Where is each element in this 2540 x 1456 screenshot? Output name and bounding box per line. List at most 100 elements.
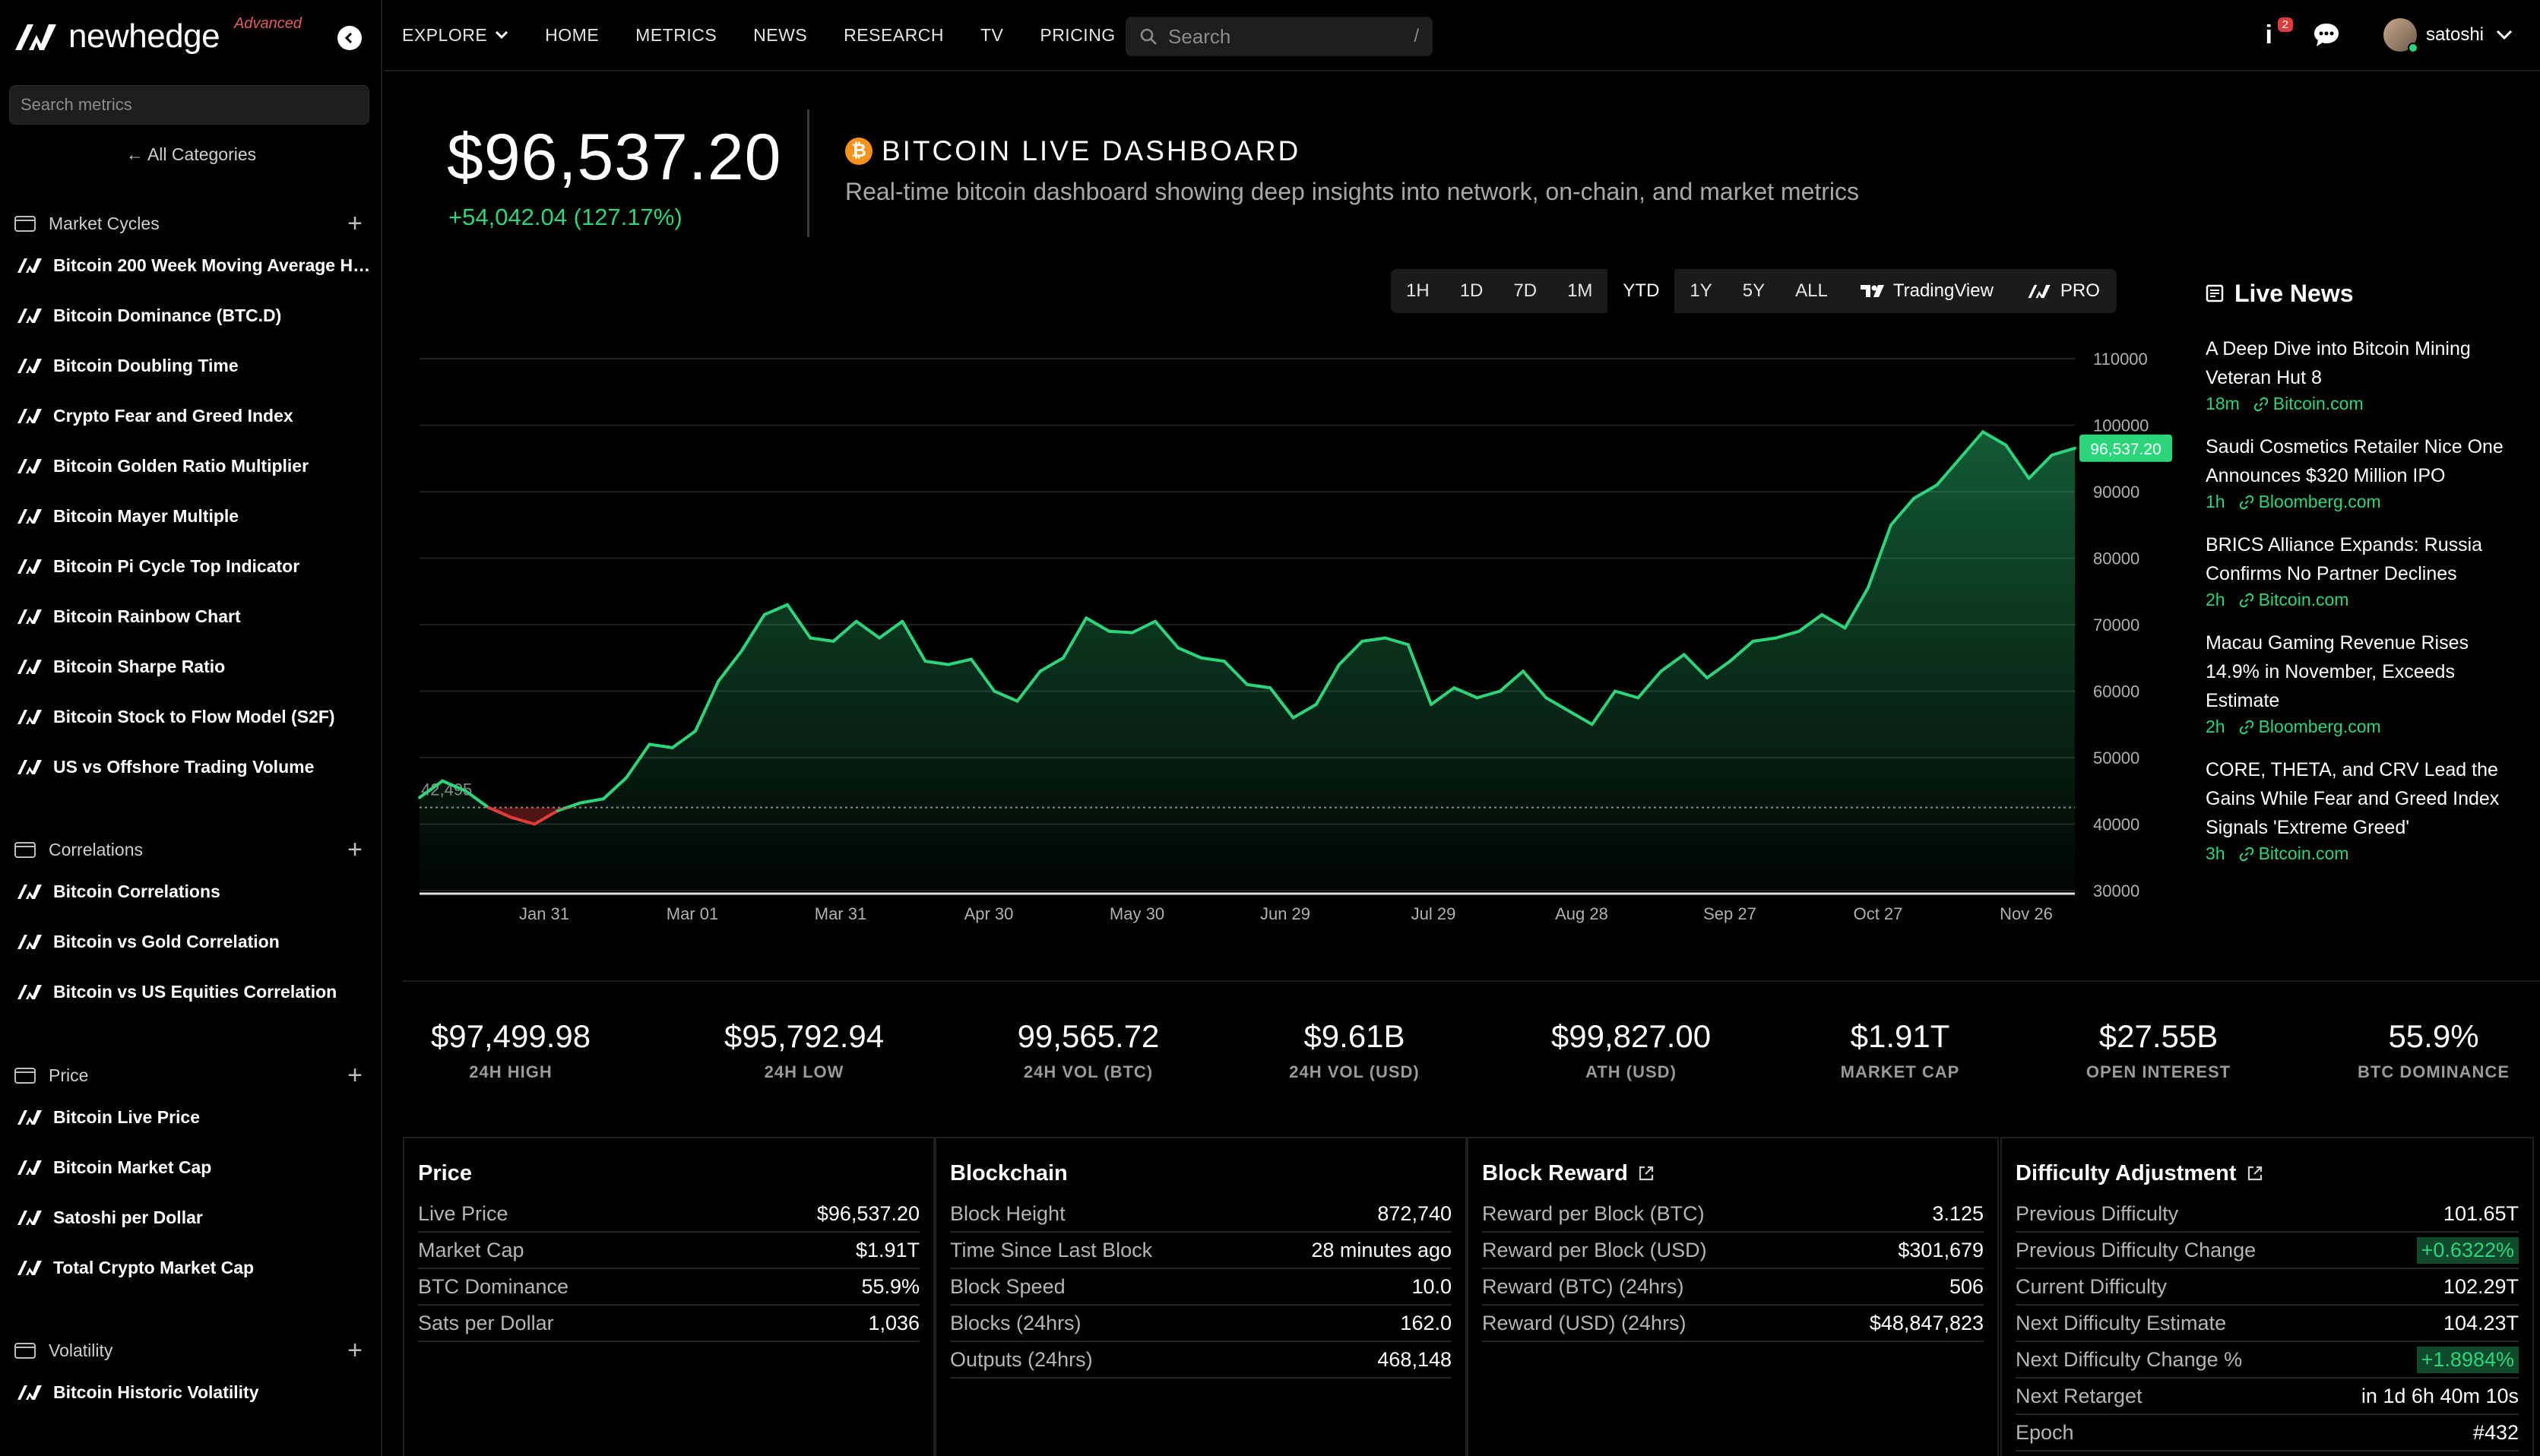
time-range-selector: 1H 1D 7D 1M YTD 1Y 5Y ALL TradingView PRO xyxy=(1391,269,2117,313)
news-item[interactable]: BRICS Alliance Expands: Russia Confirms … xyxy=(2206,530,2525,610)
news-item[interactable]: A Deep Dive into Bitcoin Mining Veteran … xyxy=(2206,334,2525,414)
sidebar-item-bitcoin-rainbow-chart[interactable]: Bitcoin Rainbow Chart xyxy=(0,591,381,641)
tradingview-label: TradingView xyxy=(1892,280,1994,301)
panel-title[interactable]: Difficulty Adjustment xyxy=(2016,1157,2519,1190)
pro-button[interactable]: PRO xyxy=(2010,269,2117,313)
nav-pricing[interactable]: PRICING xyxy=(1040,25,1115,46)
nav-explore[interactable]: EXPLORE xyxy=(402,25,508,46)
range-1m-button[interactable]: 1M xyxy=(1552,269,1607,313)
row-label: Current Difficulty xyxy=(2016,1274,2168,1298)
news-item[interactable]: CORE, THETA, and CRV Lead the Gains Whil… xyxy=(2206,755,2525,864)
news-source[interactable]: Bloomberg.com xyxy=(2259,717,2381,737)
row-value: in 1d 6h 40m 10s xyxy=(2361,1384,2519,1407)
news-source[interactable]: Bitcoin.com xyxy=(2273,394,2364,414)
range-5y-button[interactable]: 5Y xyxy=(1728,269,1780,313)
chevron-down-icon[interactable] xyxy=(2496,30,2513,40)
news-age: 3h xyxy=(2206,844,2225,863)
all-categories-link[interactable]: ← All Categories xyxy=(0,144,381,165)
external-link-icon[interactable] xyxy=(2246,1164,2264,1182)
sidebar-section-header[interactable]: Correlations + xyxy=(0,833,381,866)
search-metrics-input[interactable] xyxy=(9,85,369,125)
panel-price: Price Live Price $96,537.20 Market Cap $1.91… xyxy=(403,1137,935,1456)
sidebar-item-bitcoin-golden-ratio-multiplier[interactable]: Bitcoin Golden Ratio Multiplier xyxy=(0,441,381,491)
news-item[interactable]: Macau Gaming Revenue Rises 14.9% in Nove… xyxy=(2206,628,2525,737)
sidebar-item-label: Bitcoin vs US Equities Correlation xyxy=(53,981,337,1002)
avatar[interactable] xyxy=(2383,18,2418,53)
folder-icon xyxy=(14,1343,36,1359)
sidebar-item-bitcoin-dominance-btc-d[interactable]: Bitcoin Dominance (BTC.D) xyxy=(0,290,381,340)
stat-label: 24H VOL (BTC) xyxy=(1023,1062,1154,1081)
nav-home[interactable]: HOME xyxy=(545,25,599,46)
nav-news[interactable]: NEWS xyxy=(753,25,807,46)
expand-plus-icon[interactable]: + xyxy=(347,837,363,863)
news-age: 1h xyxy=(2206,492,2225,511)
range-7d-button[interactable]: 7D xyxy=(1498,269,1552,313)
sidebar-item-bitcoin-sharpe-ratio[interactable]: Bitcoin Sharpe Ratio xyxy=(0,641,381,692)
stat-value: $27.55B xyxy=(2098,1018,2219,1054)
sidebar-item-bitcoin-live-price[interactable]: Bitcoin Live Price xyxy=(0,1092,381,1142)
sidebar-item-bitcoin-correlations[interactable]: Bitcoin Correlations xyxy=(0,866,381,916)
table-row: BTC Dominance 55.9% xyxy=(418,1269,920,1306)
news-headline[interactable]: A Deep Dive into Bitcoin Mining Veteran … xyxy=(2206,334,2525,392)
news-headline[interactable]: Macau Gaming Revenue Rises 14.9% in Nove… xyxy=(2206,628,2525,715)
sidebar-section-header[interactable]: Market Cycles + xyxy=(0,207,381,240)
range-1d-button[interactable]: 1D xyxy=(1445,269,1499,313)
brand[interactable]: newhedge Advanced xyxy=(14,15,302,58)
sidebar-item-bitcoin-vs-us-equities-correlation[interactable]: Bitcoin vs US Equities Correlation xyxy=(0,967,381,1017)
range-1h-button[interactable]: 1H xyxy=(1391,269,1445,313)
sidebar-item-label: Bitcoin Correlations xyxy=(53,881,220,901)
sidebar-item-label: Bitcoin Sharpe Ratio xyxy=(53,656,226,676)
sidebar-section-header[interactable]: Volatility + xyxy=(0,1334,381,1367)
news-headline[interactable]: BRICS Alliance Expands: Russia Confirms … xyxy=(2206,530,2525,588)
price-chart[interactable]: 110000 100000 90000 80000 70000 60000 50000 400… xyxy=(410,334,2189,942)
range-1y-button[interactable]: 1Y xyxy=(1674,269,1727,313)
range-all-button[interactable]: ALL xyxy=(1780,269,1843,313)
news-headline[interactable]: Saudi Cosmetics Retailer Nice One Announ… xyxy=(2206,432,2525,490)
brand-tag: Advanced xyxy=(234,15,302,32)
table-row: Block Speed 10.0 xyxy=(950,1269,1452,1306)
sidebar-item-bitcoin-pi-cycle-top-indicator[interactable]: Bitcoin Pi Cycle Top Indicator xyxy=(0,541,381,591)
sidebar-item-crypto-fear-and-greed-index[interactable]: Crypto Fear and Greed Index xyxy=(0,391,381,441)
news-source[interactable]: Bitcoin.com xyxy=(2259,590,2349,610)
row-label: Time Since Last Block xyxy=(950,1238,1153,1261)
nav-metrics[interactable]: METRICS xyxy=(635,25,717,46)
row-value: 102.29T xyxy=(2443,1274,2519,1298)
notifications-button[interactable]: i 2 xyxy=(2266,17,2293,50)
nav-label: PRICING xyxy=(1040,24,1116,45)
global-search[interactable]: Search / xyxy=(1126,17,1433,56)
nav-research[interactable]: RESEARCH xyxy=(844,25,944,46)
expand-plus-icon[interactable]: + xyxy=(347,1337,363,1363)
chat-icon[interactable] xyxy=(2312,21,2341,49)
news-item[interactable]: Saudi Cosmetics Retailer Nice One Announ… xyxy=(2206,432,2525,512)
panel-title[interactable]: Block Reward xyxy=(1482,1157,1984,1190)
username[interactable]: satoshi xyxy=(2426,24,2484,46)
sidebar-item-satoshi-per-dollar[interactable]: Satoshi per Dollar xyxy=(0,1192,381,1242)
tradingview-button[interactable]: TradingView xyxy=(1843,269,2010,313)
news-source[interactable]: Bloomberg.com xyxy=(2259,492,2381,512)
sidebar-item-bitcoin-200-week-moving-average-heatmap[interactable]: Bitcoin 200 Week Moving Average Heatmap xyxy=(0,240,381,290)
collapse-sidebar-button[interactable] xyxy=(337,26,362,50)
expand-plus-icon[interactable]: + xyxy=(347,210,363,236)
newhedge-mini-icon xyxy=(17,760,42,774)
news-source[interactable]: Bitcoin.com xyxy=(2259,844,2349,864)
sidebar-item-bitcoin-mayer-multiple[interactable]: Bitcoin Mayer Multiple xyxy=(0,491,381,541)
table-row: Outputs (24hrs) 468,148 xyxy=(950,1342,1452,1378)
sidebar-item-us-vs-offshore-trading-volume[interactable]: US vs Offshore Trading Volume xyxy=(0,742,381,792)
sidebar-item-bitcoin-historic-volatility[interactable]: Bitcoin Historic Volatility xyxy=(0,1367,381,1417)
range-ytd-button[interactable]: YTD xyxy=(1607,269,1675,313)
row-label: Blocks (24hrs) xyxy=(950,1311,1082,1334)
dashboard-title: ₿ BITCOIN LIVE DASHBOARD xyxy=(845,135,1300,167)
table-row: Current Difficulty 102.29T xyxy=(2016,1269,2519,1306)
sidebar: newhedge Advanced ← All Categories Marke… xyxy=(0,0,382,1456)
sidebar-item-bitcoin-stock-to-flow-model-s2f[interactable]: Bitcoin Stock to Flow Model (S2F) xyxy=(0,692,381,742)
sidebar-section-header[interactable]: Price + xyxy=(0,1059,381,1092)
external-link-icon[interactable] xyxy=(1637,1164,1655,1182)
nav-tv[interactable]: TV xyxy=(980,25,1003,46)
news-headline[interactable]: CORE, THETA, and CRV Lead the Gains Whil… xyxy=(2206,755,2525,842)
sidebar-item-bitcoin-vs-gold-correlation[interactable]: Bitcoin vs Gold Correlation xyxy=(0,916,381,967)
sidebar-item-bitcoin-doubling-time[interactable]: Bitcoin Doubling Time xyxy=(0,340,381,391)
sidebar-item-bitcoin-market-cap[interactable]: Bitcoin Market Cap xyxy=(0,1142,381,1192)
sidebar-item-total-crypto-market-cap[interactable]: Total Crypto Market Cap xyxy=(0,1242,381,1293)
table-row: Reward per Block (BTC) 3.125 xyxy=(1482,1196,1984,1233)
expand-plus-icon[interactable]: + xyxy=(347,1062,363,1088)
